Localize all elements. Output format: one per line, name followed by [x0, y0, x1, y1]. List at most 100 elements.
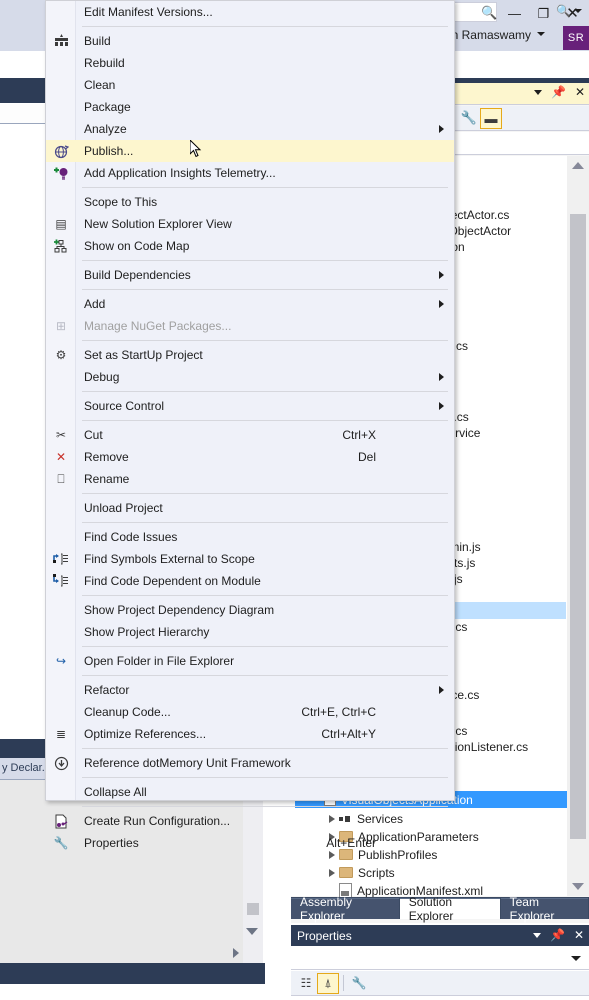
avatar[interactable]: SR — [563, 26, 589, 50]
properties-pane-title-controls: 📌 ✕ — [533, 929, 584, 941]
properties-pane-title: Properties — [297, 929, 352, 943]
scroll-right-arrow-icon[interactable] — [233, 948, 239, 958]
menu-item-optimize-references[interactable]: ≣Optimize References...Ctrl+Alt+Y — [46, 723, 454, 745]
no-arrow-spacer — [329, 887, 335, 895]
properties-icon[interactable]: 🔧 — [348, 973, 370, 994]
menu-item-add-application-insights-telemetry[interactable]: Add Application Insights Telemetry... — [46, 162, 454, 184]
scroll-down-arrow-icon[interactable] — [246, 928, 258, 935]
find-code-dependent-icon — [52, 573, 70, 589]
collapse-arrow-icon[interactable] — [329, 869, 335, 877]
tab-assembly-explorer[interactable]: Assembly Explorer — [291, 898, 399, 919]
context-menu-separator — [82, 420, 448, 421]
restore-button[interactable]: ❐ — [529, 2, 558, 24]
pin-icon[interactable]: 📌 — [551, 86, 566, 98]
menu-item-no-icon — [52, 194, 70, 210]
menu-item-edit-manifest-versions[interactable]: Edit Manifest Versions... — [46, 1, 454, 23]
menu-item-label: Rebuild — [84, 56, 125, 70]
close-icon[interactable]: ✕ — [574, 929, 584, 941]
menu-item-label: Debug — [84, 370, 119, 384]
menu-item-rebuild[interactable]: Rebuild — [46, 52, 454, 74]
menu-item-publish[interactable]: Publish... — [46, 140, 454, 162]
categorized-icon[interactable]: ☷ — [295, 973, 317, 994]
menu-item-remove[interactable]: ✕RemoveDel — [46, 446, 454, 468]
menu-item-new-solution-explorer-view[interactable]: ▤New Solution Explorer View — [46, 213, 454, 235]
menu-item-debug[interactable]: Debug — [46, 366, 454, 388]
pin-icon[interactable]: 📌 — [550, 929, 565, 941]
menu-item-reference-dotmemory-unit-framework[interactable]: Reference dotMemory Unit Framework — [46, 752, 454, 774]
menu-item-no-icon — [52, 267, 70, 283]
menu-item-find-code-dependent-on-module[interactable]: Find Code Dependent on Module — [46, 570, 454, 592]
menu-item-scope-to-this[interactable]: Scope to This — [46, 191, 454, 213]
chevron-down-icon[interactable] — [537, 32, 545, 36]
menu-item-label: Optimize References... — [84, 727, 206, 741]
menu-item-rename[interactable]: ⎕Rename — [46, 468, 454, 490]
menu-item-label: Find Code Dependent on Module — [84, 574, 261, 588]
tree-item-label: Scripts — [358, 866, 395, 880]
menu-item-label: Cleanup Code... — [84, 705, 171, 719]
menu-item-refactor[interactable]: Refactor — [46, 679, 454, 701]
rename-icon: ⎕ — [52, 471, 70, 487]
scrollbar-thumb[interactable] — [247, 903, 259, 915]
context-menu-separator — [82, 340, 448, 341]
menu-item-open-folder-in-file-explorer[interactable]: ↪Open Folder in File Explorer — [46, 650, 454, 672]
dotmemory-icon — [52, 755, 70, 771]
tree-item[interactable]: Scripts — [295, 864, 560, 881]
tab-solution-explorer[interactable]: Solution Explorer — [400, 898, 500, 919]
menu-item-label: Show on Code Map — [84, 239, 189, 253]
window-menu-chevron-icon[interactable] — [533, 933, 541, 938]
menu-item-build[interactable]: Build — [46, 30, 454, 52]
submenu-arrow-icon — [439, 686, 444, 694]
alphabetical-icon[interactable]: ⍋ — [317, 973, 339, 994]
submenu-arrow-icon — [439, 300, 444, 308]
menu-item-unload-project[interactable]: Unload Project — [46, 497, 454, 519]
context-menu-separator — [82, 493, 448, 494]
menu-item-add[interactable]: Add — [46, 293, 454, 315]
menu-item-show-project-dependency-diagram[interactable]: Show Project Dependency Diagram — [46, 599, 454, 621]
search-icon[interactable]: 🔍 — [556, 4, 571, 18]
menu-item-build-dependencies[interactable]: Build Dependencies — [46, 264, 454, 286]
menu-item-create-run-configuration[interactable]: Create Run Configuration... — [46, 810, 454, 832]
menu-item-analyze[interactable]: Analyze — [46, 118, 454, 140]
menu-item-clean[interactable]: Clean — [46, 74, 454, 96]
chevron-down-icon[interactable] — [571, 956, 581, 961]
menu-item-label: Edit Manifest Versions... — [84, 5, 213, 19]
menu-item-collapse-all[interactable]: Collapse All — [46, 781, 454, 803]
minimize-button[interactable]: — — [500, 2, 529, 24]
context-menu-separator — [82, 806, 448, 807]
menu-item-set-as-startup-project[interactable]: ⚙Set as StartUp Project — [46, 344, 454, 366]
window-menu-chevron-icon[interactable] — [534, 90, 542, 95]
close-icon[interactable]: ✕ — [575, 86, 585, 98]
properties-icon[interactable]: 🔧 — [458, 108, 480, 129]
menu-item-source-control[interactable]: Source Control — [46, 395, 454, 417]
solution-explorer-tab-strip: Assembly ExplorerSolution ExplorerTeam E… — [291, 897, 589, 919]
context-menu-separator — [82, 777, 448, 778]
menu-item-find-symbols-external-to-scope[interactable]: Find Symbols External to Scope — [46, 548, 454, 570]
scroll-down-arrow-icon[interactable] — [572, 883, 584, 890]
context-menu-separator — [82, 675, 448, 676]
tab-team-explorer[interactable]: Team Explorer — [501, 898, 588, 919]
properties-object-dropdown[interactable] — [291, 946, 589, 970]
menu-item-cut[interactable]: ✂CutCtrl+X — [46, 424, 454, 446]
scrollbar-thumb[interactable] — [570, 214, 586, 839]
menu-item-label: Collapse All — [84, 785, 147, 799]
menu-item-no-icon — [52, 55, 70, 71]
menu-item-show-project-hierarchy[interactable]: Show Project Hierarchy — [46, 621, 454, 643]
chevron-down-icon[interactable] — [574, 9, 582, 13]
solution-explorer-vertical-scrollbar[interactable] — [567, 156, 589, 896]
menu-item-package[interactable]: Package — [46, 96, 454, 118]
menu-item-cleanup-code[interactable]: Cleanup Code...Ctrl+E, Ctrl+C — [46, 701, 454, 723]
submenu-arrow-icon — [439, 402, 444, 410]
editor-toolbar-strip — [0, 104, 46, 124]
menu-item-find-code-issues[interactable]: Find Code Issues — [46, 526, 454, 548]
preview-selected-items-icon[interactable]: ▬ — [480, 108, 502, 129]
menu-item-label: Source Control — [84, 399, 164, 413]
new-solution-explorer-view-icon: ▤ — [52, 216, 70, 232]
scroll-up-arrow-icon[interactable] — [572, 162, 584, 169]
menu-item-properties[interactable]: 🔧PropertiesAlt+Enter — [46, 832, 454, 854]
menu-item-show-on-code-map[interactable]: Show on Code Map — [46, 235, 454, 257]
submenu-arrow-icon — [439, 373, 444, 381]
menu-item-label: Scope to This — [84, 195, 157, 209]
open-folder-arrow-icon: ↪ — [52, 653, 70, 669]
menu-item-label: Analyze — [84, 122, 127, 136]
menu-item-no-icon — [52, 99, 70, 115]
